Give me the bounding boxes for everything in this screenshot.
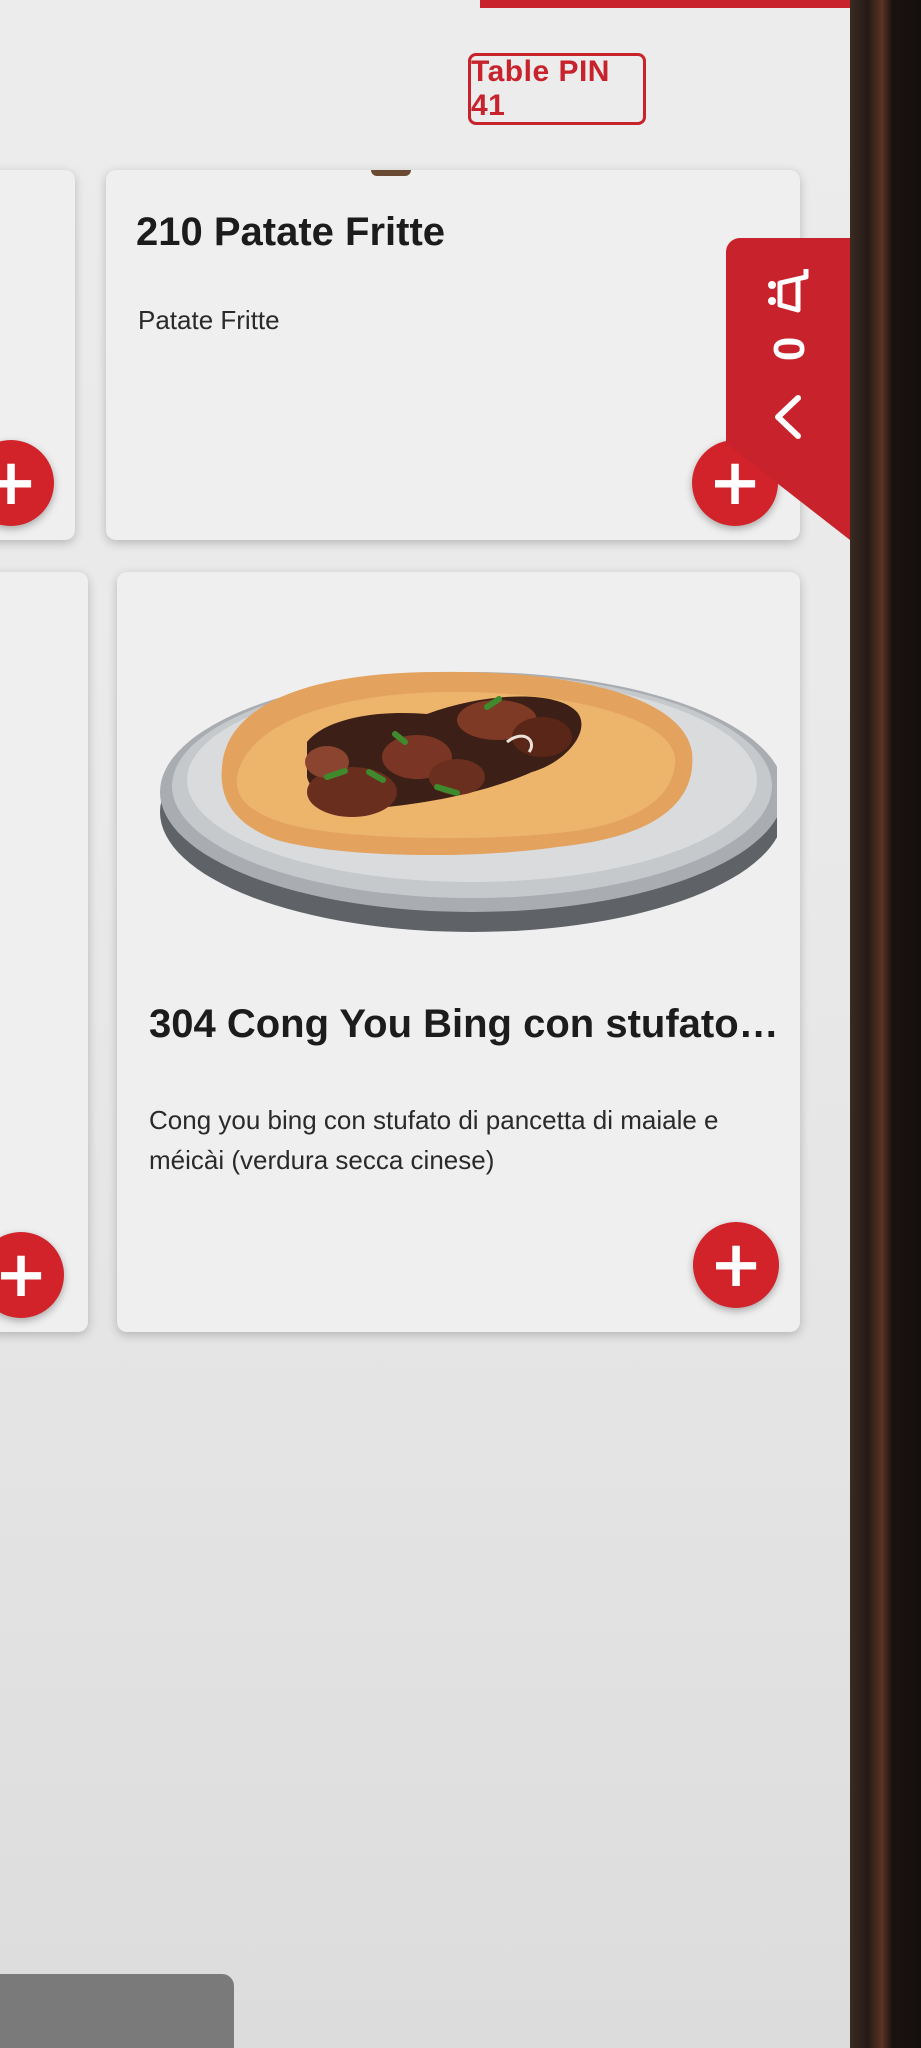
cart-count: 0 — [763, 336, 813, 362]
dish-title: 210 Patate Fritte — [136, 210, 446, 254]
dish-title: 304 Cong You Bing con stufato d... — [149, 1002, 785, 1046]
menu-card-left-partial[interactable] — [0, 572, 88, 1332]
table-pin-button[interactable]: Table PIN 41 — [468, 53, 646, 125]
header-accent-bar — [480, 0, 850, 8]
plus-icon: + — [709, 1228, 763, 1302]
plus-icon: + — [0, 1238, 48, 1312]
chevron-left-icon[interactable] — [768, 392, 808, 442]
add-to-cart-button[interactable]: + — [693, 1222, 779, 1308]
dish-image-cropped — [371, 170, 411, 176]
dish-description: Patate Fritte — [138, 305, 280, 335]
cart-icon — [768, 269, 809, 313]
dish-description: Cong you bing con stufato di pancetta di… — [149, 1105, 719, 1175]
app-screen: Table PIN 41 210 Patate Fritte Patate Fr… — [0, 0, 850, 2048]
device-bezel — [850, 0, 921, 2048]
bottom-bar — [0, 1974, 234, 2048]
dish-photo — [137, 602, 784, 952]
cart-tab-content[interactable]: 0 — [726, 238, 850, 478]
menu-card-cong-you-bing[interactable]: 304 Cong You Bing con stufato d... Cong … — [117, 572, 800, 1332]
plus-icon: + — [0, 446, 38, 520]
